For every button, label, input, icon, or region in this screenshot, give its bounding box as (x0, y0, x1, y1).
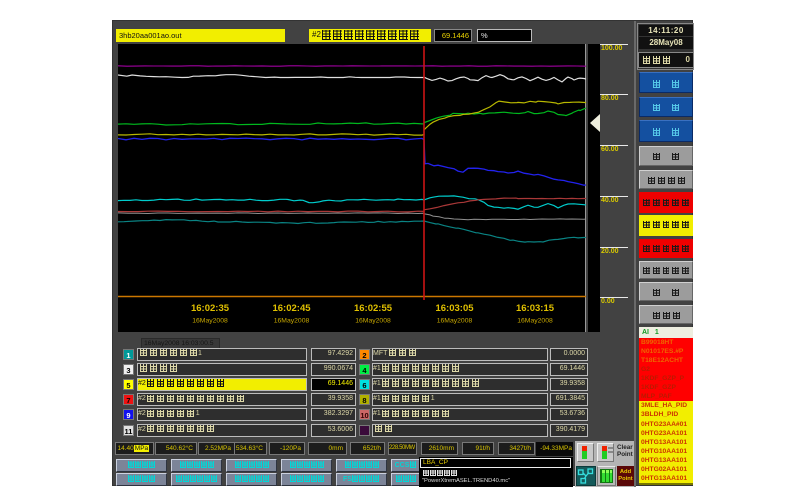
svg-text:16:03:05: 16:03:05 (435, 303, 474, 314)
svg-text:16:03:15: 16:03:15 (516, 303, 555, 314)
svg-text:16:02:35: 16:02:35 (191, 303, 230, 314)
svg-text:16May2008: 16May2008 (355, 318, 391, 325)
svg-text:16:02:45: 16:02:45 (272, 303, 311, 314)
svg-text:16:02:55: 16:02:55 (354, 303, 393, 314)
svg-text:16May2008: 16May2008 (517, 318, 553, 325)
svg-text:16May2008: 16May2008 (274, 318, 310, 325)
svg-text:16May2008: 16May2008 (437, 318, 473, 325)
svg-text:16May2008: 16May2008 (192, 318, 228, 325)
